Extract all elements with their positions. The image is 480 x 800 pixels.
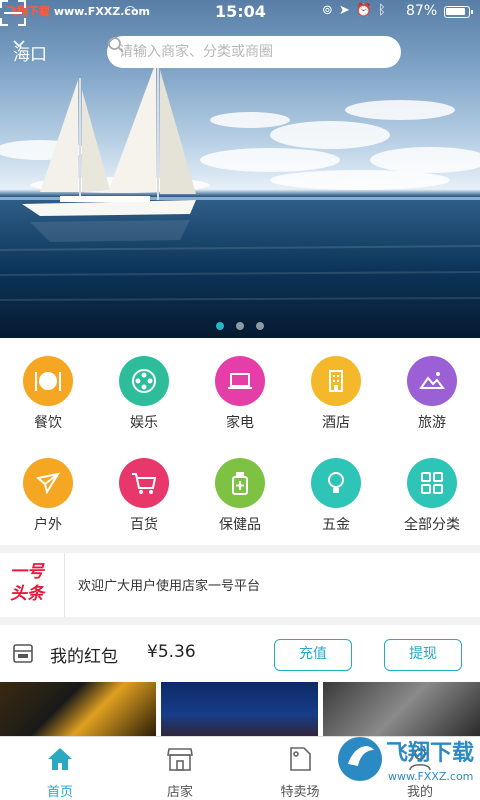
watermark-title: 飞翔下载 — [386, 740, 474, 766]
promo-banner[interactable] — [0, 682, 156, 736]
shop-icon — [167, 748, 193, 771]
carousel-dot[interactable] — [236, 322, 244, 330]
sale-tag-icon — [290, 747, 311, 771]
laptop-icon — [215, 356, 265, 406]
category-label: 保健品 — [219, 517, 261, 533]
category-label: 娱乐 — [130, 415, 158, 431]
search-icon — [108, 37, 124, 53]
location-icon: ➤ — [338, 3, 356, 18]
category-grid: 餐饮 娱乐 家电 酒店 旅游 户外 百货 保健品 五金 全部分类 — [0, 338, 480, 545]
scan-icon[interactable] — [0, 0, 26, 26]
category-health[interactable]: 保健品 — [192, 440, 288, 533]
category-travel[interactable]: 旅游 — [384, 338, 480, 431]
landscape-icon — [407, 356, 457, 406]
headline-logo: 一号 头条 — [10, 561, 54, 609]
watermark-url: www.FXXZ.com — [388, 770, 473, 783]
paper-plane-icon — [23, 458, 73, 508]
tab-label: 店家 — [166, 785, 193, 800]
grid-icon — [407, 458, 457, 508]
category-dining[interactable]: 餐饮 — [0, 338, 96, 431]
wallet-icon — [13, 644, 33, 663]
category-label: 酒店 — [322, 415, 350, 431]
category-department[interactable]: 百货 — [96, 440, 192, 533]
hero-banner[interactable]: 飞翔下载 www.FXXZ.com ◠ 15:04 ⊚➤⏰ᛒ 87% 海口 — [0, 0, 480, 338]
bulb-icon — [311, 458, 361, 508]
dining-icon — [23, 356, 73, 406]
headline-logo-line1: 一号 — [10, 562, 44, 582]
carousel-indicator — [0, 322, 480, 330]
category-all[interactable]: 全部分类 — [384, 440, 480, 533]
category-label: 户外 — [34, 517, 62, 533]
cart-icon — [119, 458, 169, 508]
red-packet-section: 我的红包 ¥5.36 充值 提现 — [0, 625, 480, 682]
home-icon — [48, 748, 72, 770]
category-label: 家电 — [226, 415, 254, 431]
category-outdoor[interactable]: 户外 — [0, 440, 96, 533]
category-hotel[interactable]: 酒店 — [288, 338, 384, 431]
rotation-lock-icon: ⊚ — [322, 3, 339, 18]
category-hardware[interactable]: 五金 — [288, 440, 384, 533]
recharge-button[interactable]: 充值 — [274, 639, 352, 671]
tab-shops[interactable]: 店家 — [120, 737, 240, 800]
battery-percent: 87% — [406, 3, 438, 19]
promo-banner[interactable] — [161, 682, 318, 736]
category-label: 旅游 — [418, 415, 446, 431]
city-selector[interactable]: 海口 — [13, 40, 47, 65]
medicine-bottle-icon — [215, 458, 265, 508]
tab-home[interactable]: 首页 — [0, 737, 120, 800]
tab-label: 首页 — [46, 785, 73, 800]
battery-icon — [444, 6, 473, 18]
headline-logo-line2: 头条 — [10, 584, 44, 604]
carousel-dot[interactable] — [216, 322, 224, 330]
watermark-logo: 飞翔下载 www.FXXZ.com — [338, 737, 474, 783]
wallet-amount: ¥5.36 — [147, 642, 196, 662]
film-reel-icon — [119, 356, 169, 406]
status-bar: 飞翔下载 www.FXXZ.com ◠ 15:04 ⊚➤⏰ᛒ 87% — [0, 0, 480, 24]
wifi-icon: ◠ — [124, 3, 137, 19]
carousel-dot[interactable] — [256, 322, 264, 330]
withdraw-button[interactable]: 提现 — [384, 639, 462, 671]
category-label: 百货 — [130, 517, 158, 533]
bluetooth-icon: ᛒ — [378, 3, 392, 18]
app-screen: 飞翔下载 www.FXXZ.com ◠ 15:04 ⊚➤⏰ᛒ 87% 海口 请输… — [0, 0, 480, 800]
category-label: 全部分类 — [404, 517, 460, 533]
search-bar[interactable] — [107, 36, 401, 68]
hotel-icon — [311, 356, 361, 406]
status-icons: ⊚➤⏰ᛒ — [322, 3, 392, 18]
category-label: 五金 — [322, 517, 350, 533]
chevron-down-icon — [13, 40, 25, 48]
category-appliance[interactable]: 家电 — [192, 338, 288, 431]
category-entertainment[interactable]: 娱乐 — [96, 338, 192, 431]
search-input[interactable] — [119, 44, 359, 60]
headline-bar[interactable]: 一号 头条 欢迎广大用户使用店家一号平台 — [0, 553, 480, 617]
category-label: 餐饮 — [34, 415, 62, 431]
wallet-title: 我的红包 — [50, 647, 118, 667]
headline-text: 欢迎广大用户使用店家一号平台 — [78, 579, 261, 594]
divider — [64, 553, 65, 617]
status-time: 15:04 — [215, 2, 266, 21]
alarm-icon: ⏰ — [355, 3, 378, 18]
